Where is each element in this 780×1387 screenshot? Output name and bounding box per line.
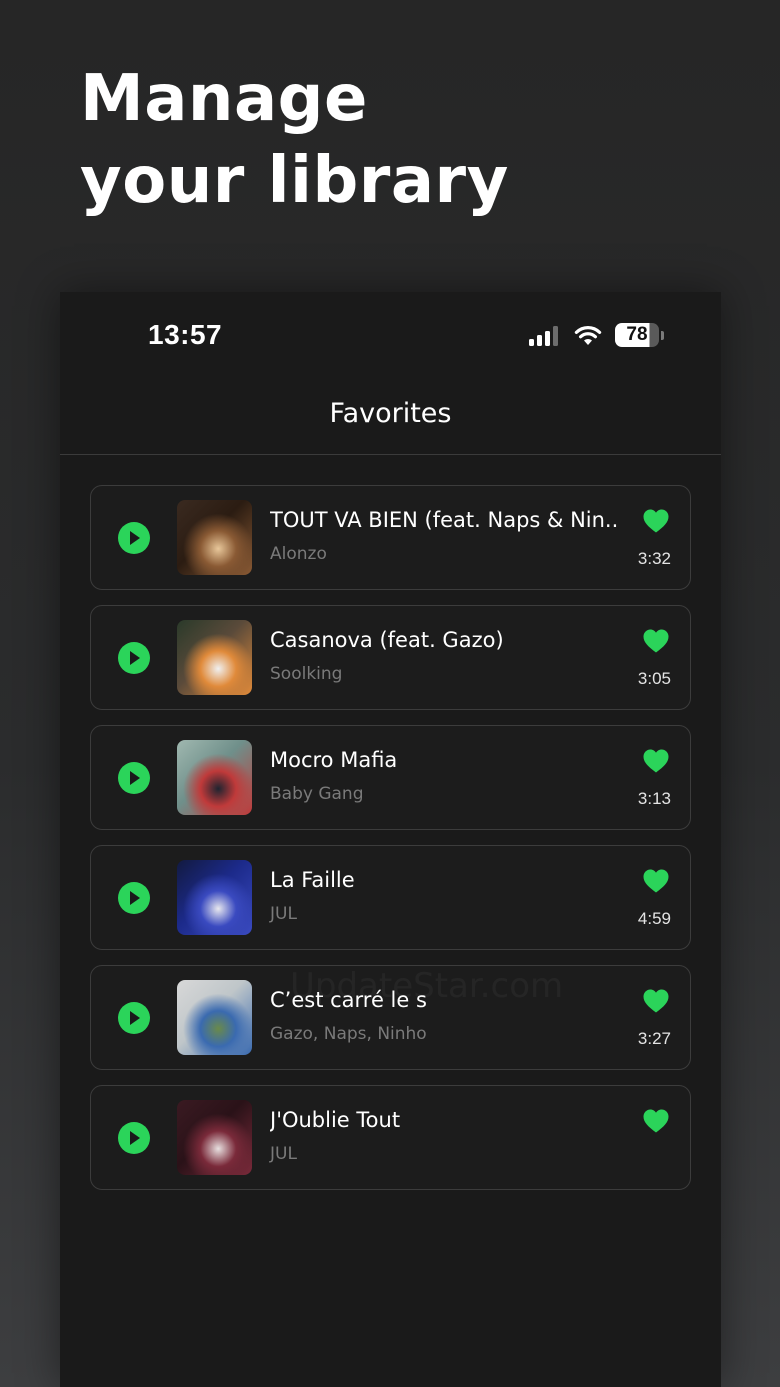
battery-icon: 78 <box>615 323 665 349</box>
page-title: Favorites <box>329 398 452 429</box>
song-artist: Baby Gang <box>270 784 364 804</box>
promo-heading-line1: Manage <box>80 62 368 136</box>
song-row[interactable]: La Faille JUL 4:59 <box>90 845 691 950</box>
song-artist: JUL <box>270 904 297 924</box>
song-row[interactable]: J'Oublie Tout JUL <box>90 1085 691 1190</box>
song-duration: 4:59 <box>637 909 671 928</box>
song-artist: Gazo, Naps, Ninho <box>270 1024 427 1044</box>
play-icon[interactable] <box>118 642 150 674</box>
song-artist: JUL <box>270 1144 297 1164</box>
promo-heading-line2: your library <box>80 144 509 218</box>
heart-icon[interactable] <box>642 868 670 894</box>
album-art <box>177 500 252 575</box>
song-duration: 3:13 <box>637 789 671 808</box>
song-duration: 3:27 <box>637 1029 671 1048</box>
album-art <box>177 620 252 695</box>
battery-level: 78 <box>626 324 648 345</box>
phone-screen: 13:57 78 Favorites TOUT VA BIEN (feat. N… <box>60 292 721 1387</box>
nav-header: Favorites <box>60 382 721 455</box>
song-duration: 3:32 <box>637 549 671 568</box>
heart-icon[interactable] <box>642 988 670 1014</box>
album-art <box>177 980 252 1055</box>
play-icon[interactable] <box>118 882 150 914</box>
heart-icon[interactable] <box>642 508 670 534</box>
song-title: Mocro Mafia <box>270 748 398 772</box>
song-row[interactable]: Mocro Mafia Baby Gang 3:13 <box>90 725 691 830</box>
song-artist: Alonzo <box>270 544 327 564</box>
song-row[interactable]: C’est carré le s Gazo, Naps, Ninho 3:27 <box>90 965 691 1070</box>
song-title: Casanova (feat. Gazo) <box>270 628 504 652</box>
promo-heading: Manage your library <box>80 58 509 222</box>
status-time: 13:57 <box>148 319 223 350</box>
song-title: La Faille <box>270 868 355 892</box>
song-duration: 3:05 <box>637 669 671 688</box>
song-title: C’est carré le s <box>270 988 427 1012</box>
song-row[interactable]: TOUT VA BIEN (feat. Naps & Nin... Alonzo 3… <box>90 485 691 590</box>
heart-icon[interactable] <box>642 628 670 654</box>
play-icon[interactable] <box>118 522 150 554</box>
song-title: TOUT VA BIEN (feat. Naps & Nin... <box>270 508 620 532</box>
song-list: TOUT VA BIEN (feat. Naps & Nin... Alonzo 3… <box>90 485 691 1205</box>
heart-icon[interactable] <box>642 1108 670 1134</box>
play-icon[interactable] <box>118 1122 150 1154</box>
song-artist: Soolking <box>270 664 343 684</box>
song-title: J'Oublie Tout <box>270 1108 401 1132</box>
status-bar: 13:57 78 <box>60 292 721 382</box>
album-art <box>177 860 252 935</box>
play-icon[interactable] <box>118 762 150 794</box>
song-row[interactable]: Casanova (feat. Gazo) Soolking 3:05 <box>90 605 691 710</box>
heart-icon[interactable] <box>642 748 670 774</box>
signal-icon <box>529 326 563 346</box>
album-art <box>177 740 252 815</box>
album-art <box>177 1100 252 1175</box>
play-icon[interactable] <box>118 1002 150 1034</box>
wifi-icon <box>573 323 603 347</box>
